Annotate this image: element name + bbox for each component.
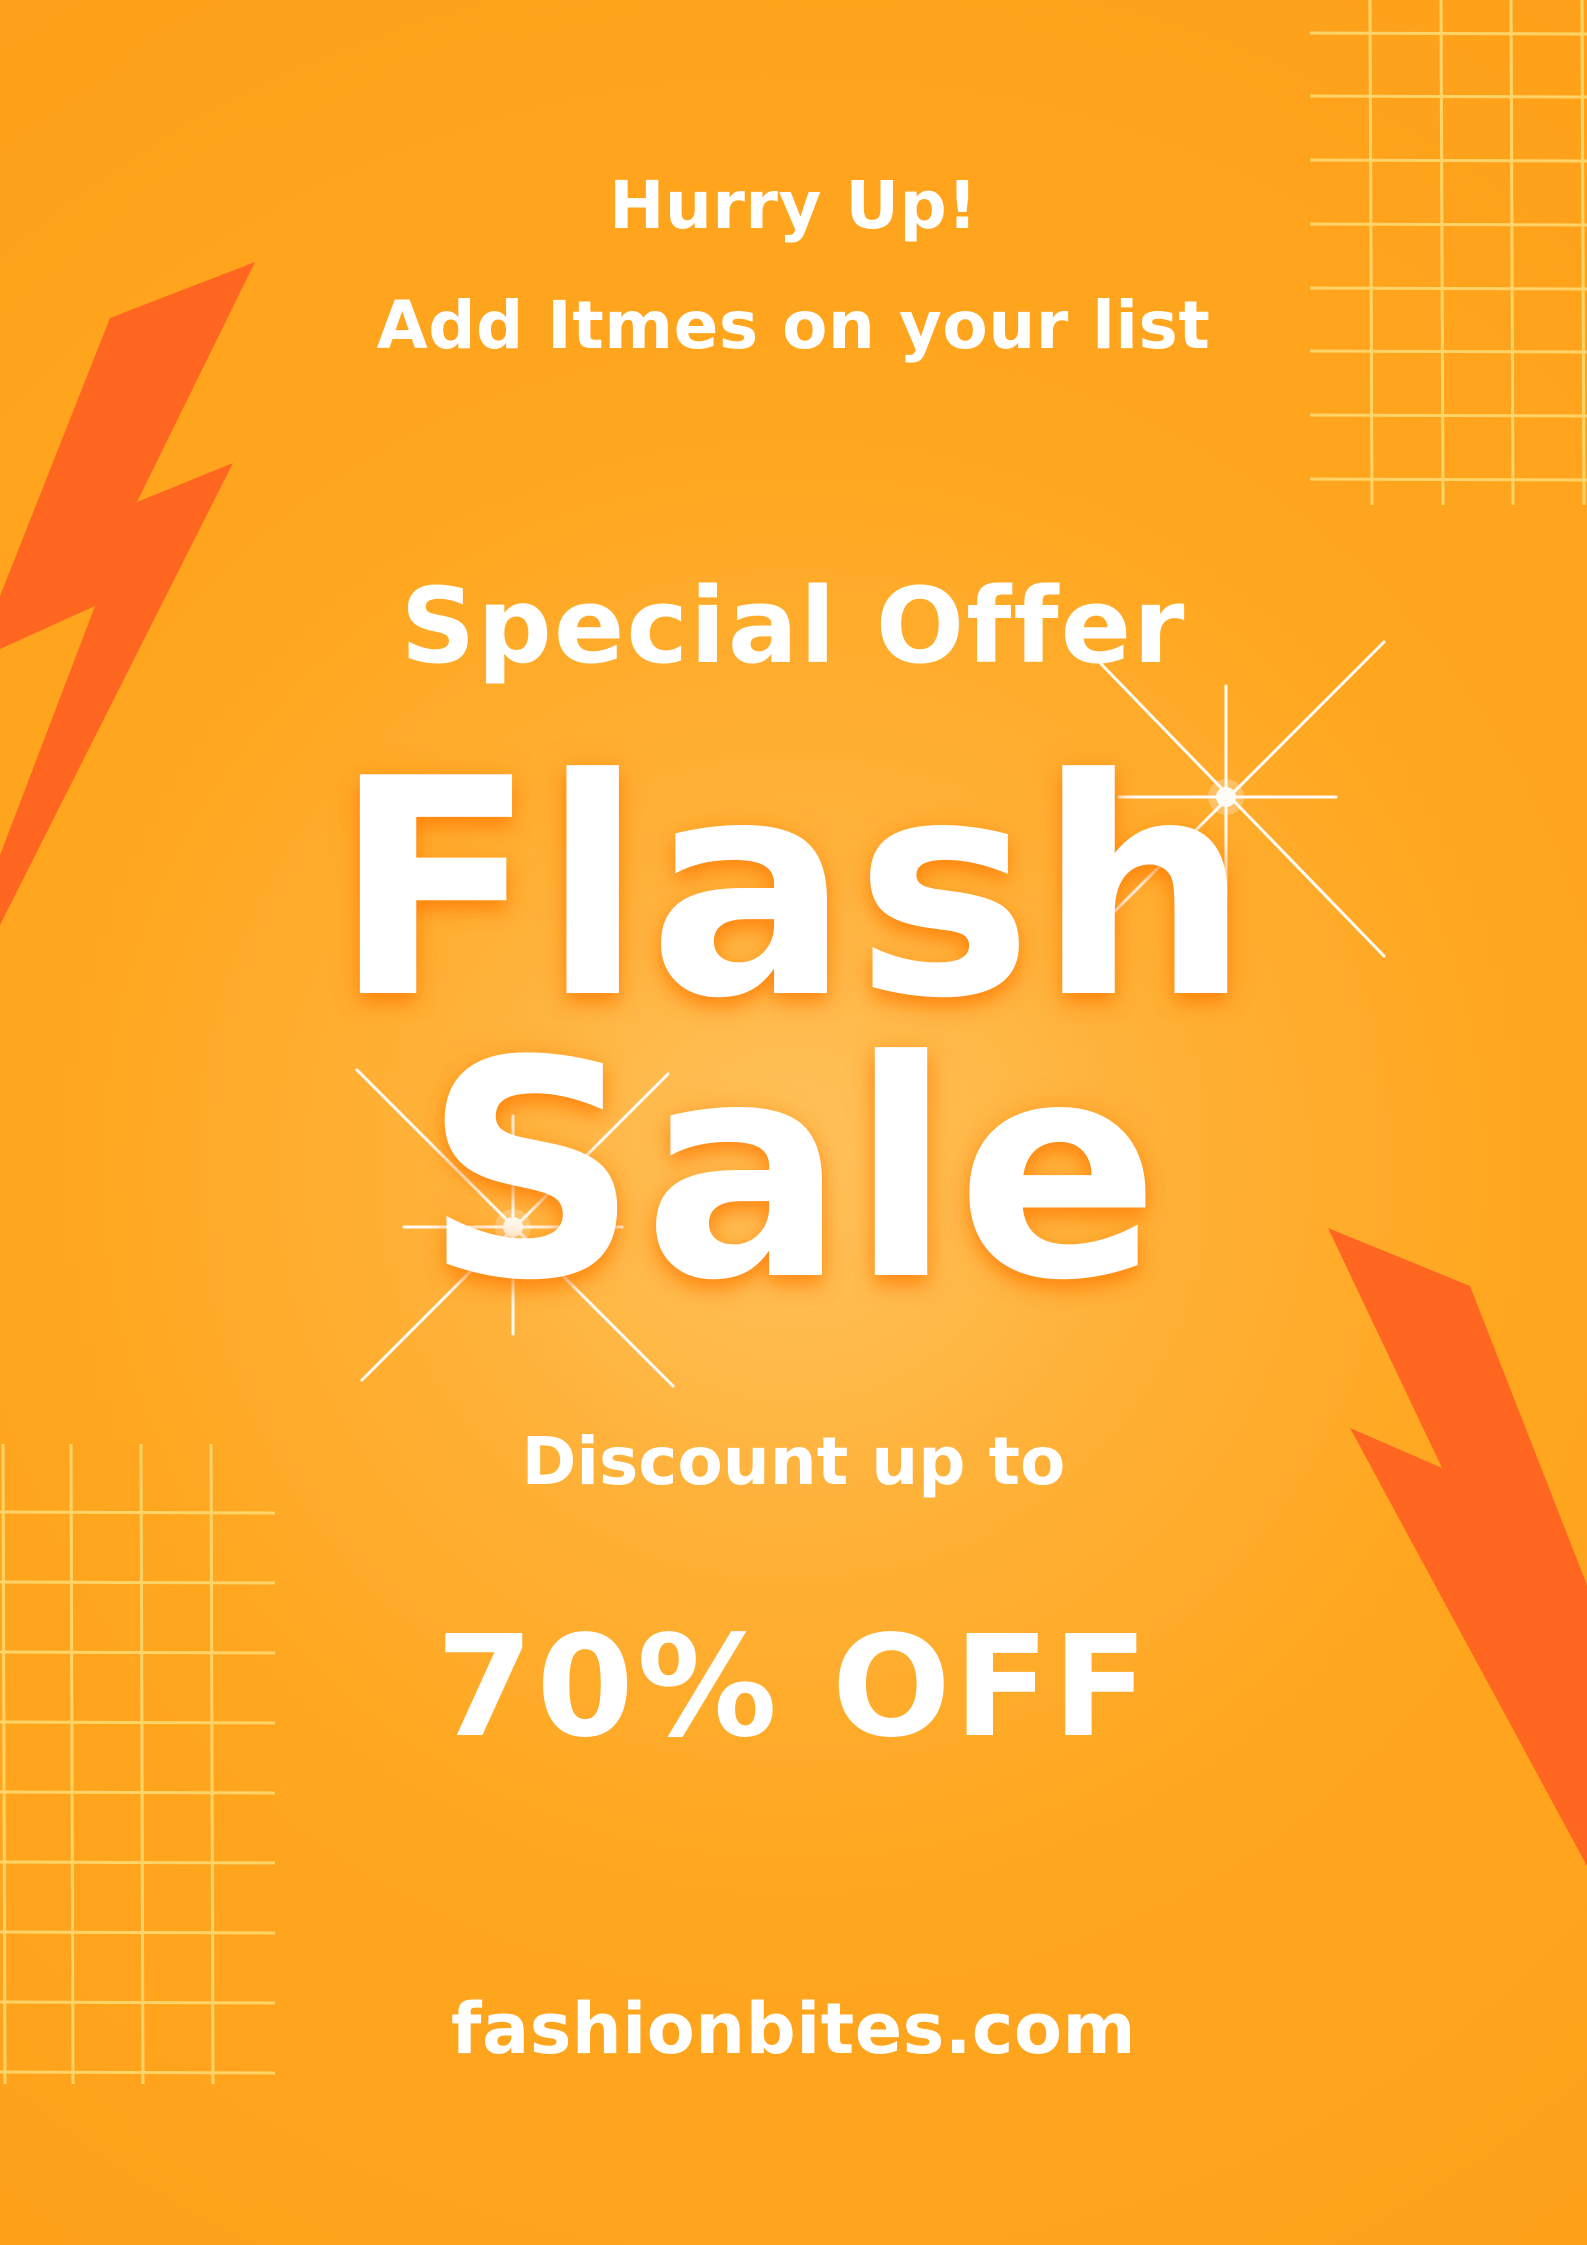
special-offer-text: Special Offer [400,565,1187,687]
flash-sale-poster: Hurry Up! Add Itmes on your list Special… [0,0,1587,2245]
website-url: fashionbites.com [451,1988,1136,2070]
poster-text-layer: Hurry Up! Add Itmes on your list Special… [0,0,1587,2245]
add-items-text: Add Itmes on your list [376,287,1211,364]
discount-label: Discount up to [521,1423,1066,1500]
sale-headline: Sale [423,997,1164,1346]
hurry-up-text: Hurry Up! [609,167,978,244]
discount-value: 70% OFF [435,1606,1152,1769]
